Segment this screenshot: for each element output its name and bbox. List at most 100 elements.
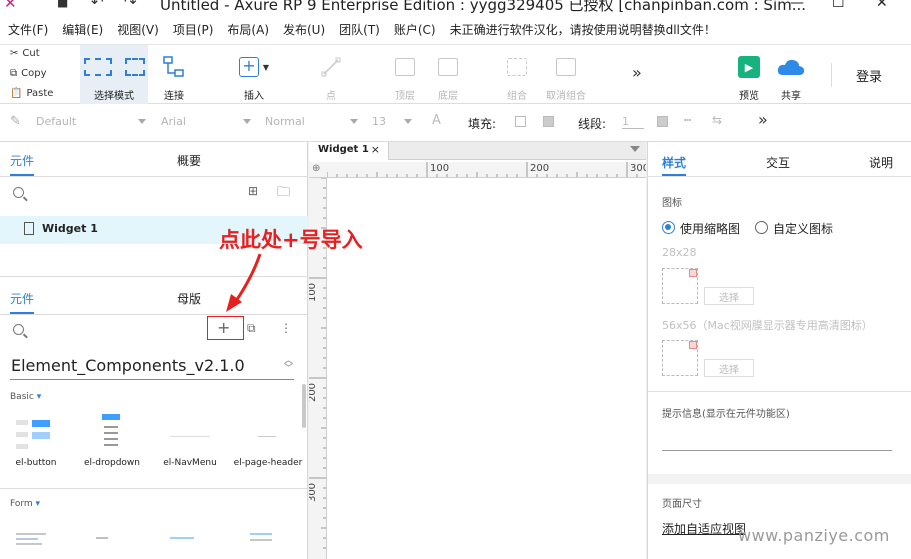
menu-view[interactable]: 视图(V) [117, 21, 159, 38]
paste-button[interactable]: 📋 Paste [10, 88, 53, 99]
horizontal-ruler: ⊕ 100 200 300 [309, 162, 646, 178]
font-size-dropdown[interactable]: 13 [372, 115, 412, 128]
line-label: 线段: [578, 117, 607, 131]
icon-56-placeholder [662, 340, 698, 376]
caret-down-icon: ▾ [36, 392, 42, 402]
copy-icon: ⧉ [10, 68, 18, 79]
close-icon[interactable]: ✕ [876, 0, 888, 11]
menu-edit[interactable]: 编辑(E) [62, 21, 103, 38]
tab-outline[interactable]: 概要 [177, 152, 201, 169]
group-button[interactable]: 组合 [500, 45, 534, 105]
connect-button[interactable]: 连接 [154, 45, 194, 105]
library-search-row: + ⧉ ⋮ [0, 318, 308, 346]
v-ruler-label: 100 [309, 282, 319, 303]
radio-custom-label: 自定义图标 [773, 222, 834, 236]
canvas-area[interactable]: Widget 1 × ⊕ 100 200 300 100 200 300 [309, 142, 646, 559]
shadow-swatch[interactable] [543, 116, 554, 127]
select-contained-icon [124, 58, 145, 76]
line-color-swatch[interactable] [657, 116, 668, 127]
ungroup-button[interactable]: 取消组合 [542, 45, 590, 105]
tab-interactions[interactable]: 交互 [766, 154, 790, 171]
add-folder-icon[interactable]: 🗀 [277, 183, 290, 205]
localization-warning: 未正确进行软件汉化，请按使用说明替换dll文件！ [449, 22, 716, 37]
tab-pages[interactable]: 元件 [10, 152, 34, 169]
share-button[interactable]: 共享 [773, 45, 809, 105]
line-width-field[interactable]: 1 [622, 115, 644, 129]
menu-publish[interactable]: 发布(U) [283, 21, 325, 38]
text-color-icon[interactable]: A [432, 113, 441, 128]
library-select[interactable]: Element_Components_v2.1.0 [11, 356, 245, 375]
close-tab-icon[interactable]: × [371, 143, 380, 156]
tab-widget-1[interactable]: Widget 1 × [309, 142, 389, 160]
component-el-navmenu[interactable]: el-NavMenu [154, 414, 226, 468]
undo-icon[interactable]: ↶ [91, 0, 104, 11]
menu-layout[interactable]: 布局(A) [227, 21, 269, 38]
style-dropdown[interactable]: Default [36, 115, 146, 128]
send-back-icon [438, 58, 458, 76]
section-basic[interactable]: Basic ▾ [10, 392, 41, 402]
section-gap [648, 474, 911, 484]
chevron-down-icon [404, 119, 412, 124]
component-el-button[interactable]: el-button [0, 414, 72, 468]
search-icon[interactable] [13, 324, 24, 335]
font-dropdown[interactable]: Arial [161, 115, 251, 128]
search-icon[interactable] [13, 187, 24, 198]
component-el-page-header[interactable]: el-page-header [232, 414, 304, 468]
component-el-dropdown[interactable]: el-dropdown [76, 414, 148, 468]
broken-image-icon [689, 341, 697, 349]
h-ruler-label: 100 [430, 163, 450, 174]
divider [0, 176, 308, 177]
page-icon [24, 222, 34, 235]
minimize-icon[interactable]: — [790, 0, 804, 11]
send-to-back-button[interactable]: 底层 [431, 45, 465, 105]
menu-team[interactable]: 团队(T) [339, 21, 380, 38]
navmenu-thumbnail [166, 414, 214, 450]
select-56-button[interactable]: 选择 [704, 359, 754, 377]
redo-icon[interactable]: ↷ [124, 0, 137, 11]
more-vertical-icon[interactable]: ⋮ [280, 321, 292, 335]
arrow-style-icon[interactable]: ⇆ [712, 113, 722, 127]
tooltip-input[interactable] [662, 450, 892, 451]
fill-color-swatch[interactable] [515, 116, 526, 127]
title-bar: ✕ ■ ↶ ↷ Untitled - Axure RP 9 Enterprise… [0, 0, 911, 14]
menu-project[interactable]: 项目(P) [173, 21, 214, 38]
insert-button[interactable]: + ▼ 插入 [234, 45, 274, 105]
preview-button[interactable]: ▶ 预览 [733, 45, 765, 105]
tab-libraries[interactable]: 元件 [10, 290, 34, 307]
point-button[interactable]: 点 [316, 45, 346, 105]
tab-notes[interactable]: 说明 [869, 154, 893, 171]
menu-account[interactable]: 账户(C) [394, 21, 436, 38]
library-select-underline [10, 379, 294, 380]
more-tools-icon[interactable]: » [632, 63, 642, 82]
caret-down-icon: ▾ [35, 499, 41, 509]
divider [648, 176, 911, 177]
library-scrollbar[interactable] [302, 384, 306, 428]
bring-to-front-button[interactable]: 顶层 [388, 45, 422, 105]
tab-menu-icon[interactable] [630, 146, 640, 152]
more-format-icon[interactable]: » [758, 110, 768, 129]
line-pattern-icon[interactable]: ┅ [684, 113, 691, 127]
radio-custom-icon[interactable] [755, 221, 768, 234]
point-edit-icon [321, 57, 341, 77]
format-painter-icon[interactable]: ✎ [10, 114, 21, 129]
cut-button[interactable]: ✂ Cut [10, 48, 40, 59]
font-weight-dropdown[interactable]: Normal [265, 115, 358, 128]
tab-masters[interactable]: 母版 [177, 290, 201, 307]
tab-style[interactable]: 样式 [662, 154, 686, 171]
section-form[interactable]: Form ▾ [10, 499, 40, 509]
radio-thumbnail[interactable] [662, 221, 675, 234]
menu-file[interactable]: 文件(F) [8, 21, 48, 38]
size-28-label: 28x28 [662, 246, 697, 259]
add-page-icon[interactable]: ⊞ [248, 184, 258, 198]
copy-button[interactable]: ⧉ Copy [10, 68, 47, 79]
v-ruler-label: 200 [309, 382, 319, 403]
add-adaptive-view-link[interactable]: 添加自适应视图 [662, 520, 746, 537]
watermark: www.panziye.com [738, 526, 890, 545]
select-mode-button[interactable]: 选择模式 [80, 45, 148, 105]
save-icon[interactable]: ■ [57, 0, 68, 9]
library-options-icon[interactable]: ⧉ [247, 321, 256, 336]
login-button[interactable]: 登录 [856, 66, 882, 85]
maximize-icon[interactable]: ☐ [832, 0, 845, 11]
select-28-button[interactable]: 选择 [704, 287, 754, 305]
updown-icon[interactable]: ︿ ﹀ [284, 357, 293, 374]
